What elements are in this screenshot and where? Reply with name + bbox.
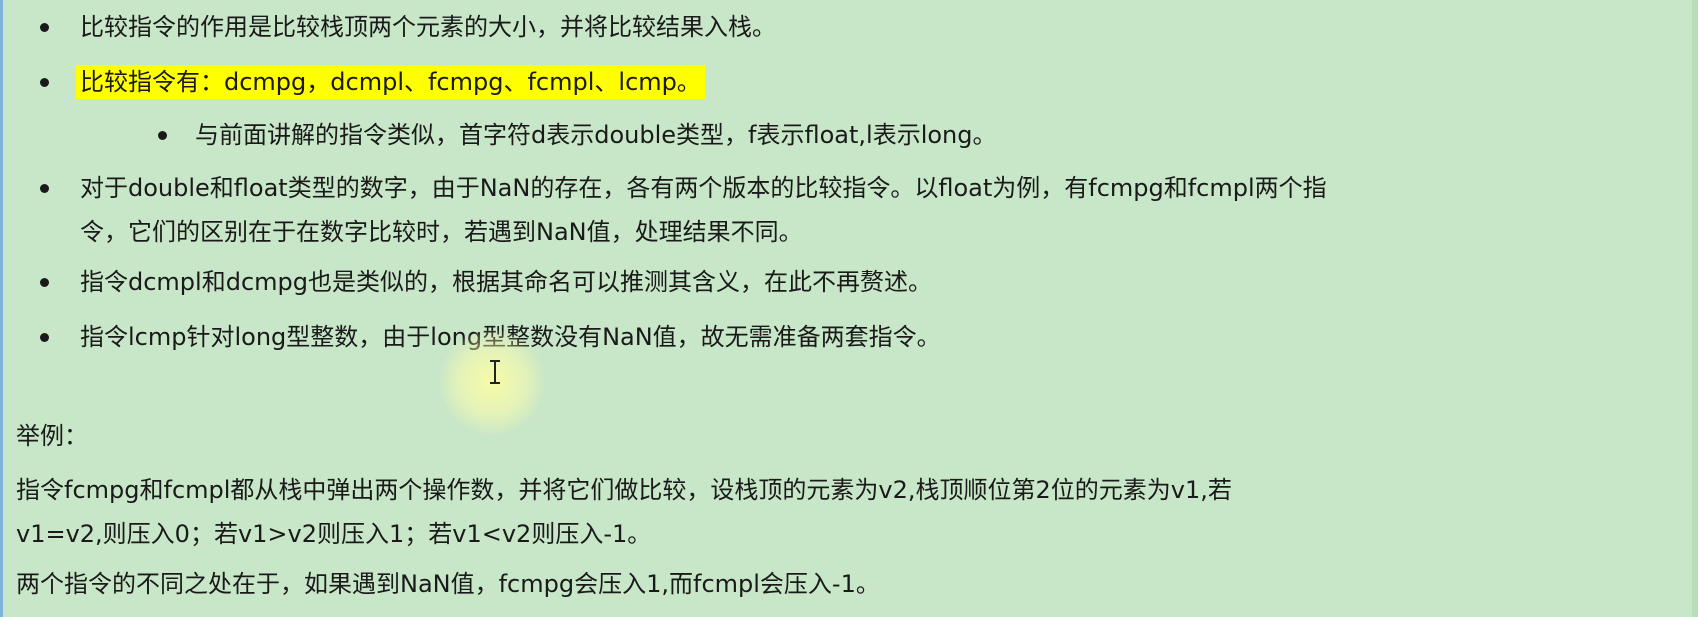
example-line3: 两个指令的不同之处在于，如果遇到NaN值，fcmpg会压入1,而fcmpl会压入… — [16, 570, 880, 598]
text-cursor-icon — [489, 360, 501, 384]
bullet-dot — [40, 184, 49, 193]
bullet-text-nan-line1: 对于double和float类型的数字，由于NaN的存在，各有两个版本的比较指令… — [80, 174, 1327, 202]
bullet-dot — [40, 78, 49, 87]
bullet-text-nan-line2: 令，它们的区别在于在数字比较时，若遇到NaN值，处理结果不同。 — [80, 218, 803, 246]
bullet-dot — [40, 333, 49, 342]
left-border — [0, 0, 3, 617]
bullet-text-compare-purpose: 比较指令的作用是比较栈顶两个元素的大小，并将比较结果入栈。 — [80, 13, 776, 41]
bullet-text-dcmpl-dcmpg: 指令dcmpl和dcmpg也是类似的，根据其命名可以推测其含义，在此不再赘述。 — [80, 268, 932, 296]
sub-bullet-dot — [158, 131, 167, 140]
sub-bullet-text-prefix-meaning: 与前面讲解的指令类似，首字符d表示double类型，f表示float,l表示lo… — [195, 121, 997, 149]
example-heading: 举例： — [16, 422, 88, 450]
example-line2: v1=v2,则压入0；若v1>v2则压入1；若v1<v2则压入-1。 — [16, 520, 652, 548]
example-line1: 指令fcmpg和fcmpl都从栈中弹出两个操作数，并将它们做比较，设栈顶的元素为… — [16, 476, 1232, 504]
bullet-text-compare-instructions: 比较指令有：dcmpg，dcmpl、fcmpg、fcmpl、lcmp。 — [76, 60, 705, 104]
bullet-dot — [40, 23, 49, 32]
highlighted-text: 比较指令有：dcmpg，dcmpl、fcmpg、fcmpl、lcmp。 — [76, 65, 705, 99]
bullet-dot — [40, 278, 49, 287]
right-scrollbar-track[interactable] — [1692, 0, 1698, 617]
